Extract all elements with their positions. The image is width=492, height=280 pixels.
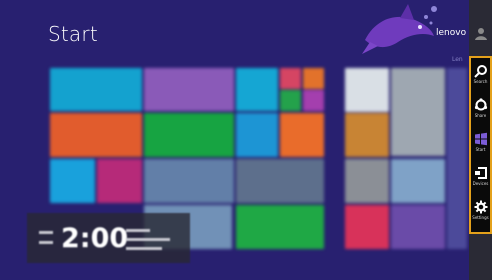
charm-label-start: Start — [475, 147, 486, 152]
tile-partial[interactable] — [447, 68, 467, 249]
tile-small-red[interactable] — [280, 68, 301, 89]
devices-icon — [474, 167, 487, 179]
tile-pink[interactable] — [345, 205, 389, 249]
tile-xbox[interactable] — [236, 205, 324, 249]
tile-photos[interactable] — [236, 159, 324, 203]
tile-store[interactable] — [144, 113, 234, 157]
search-icon — [473, 65, 487, 78]
gear-icon — [474, 200, 487, 214]
tile-calendar[interactable] — [50, 113, 142, 157]
windows-logo-icon — [474, 132, 487, 146]
tile-video[interactable] — [97, 159, 142, 203]
tile-desktop[interactable] — [144, 159, 234, 203]
tile-travel[interactable] — [391, 159, 445, 203]
charm-bar: Search Share Start Devices Settings — [469, 56, 492, 234]
user-avatar-icon[interactable] — [474, 26, 488, 40]
tile-small-purple[interactable] — [303, 90, 324, 111]
charm-label-devices: Devices — [472, 181, 489, 186]
charm-label-share: Share — [474, 113, 487, 118]
charm-bar-top — [469, 0, 492, 56]
tile-messaging[interactable] — [236, 68, 278, 111]
tile-weather[interactable] — [50, 159, 95, 203]
clock-time: 2:00 — [61, 223, 129, 254]
charm-search[interactable]: Search — [471, 60, 490, 94]
tile-food-news[interactable] — [345, 68, 389, 112]
clock-overlay: 2:00 — [27, 213, 190, 263]
tile-purple-wide[interactable] — [391, 205, 445, 249]
charm-label-search: Search — [473, 79, 488, 84]
tile-small-orange[interactable] — [303, 68, 324, 89]
tile-internet-explorer[interactable] — [236, 113, 278, 157]
charm-devices[interactable]: Devices — [471, 162, 490, 196]
share-icon — [474, 98, 487, 111]
charm-label-settings: Settings — [472, 215, 489, 220]
start-screen: Start lenovo Len 2:00 Search Share Start… — [0, 0, 492, 280]
charm-bar-bottom — [469, 234, 492, 280]
charm-share[interactable]: Share — [471, 94, 490, 128]
tile-food-secondary[interactable] — [345, 159, 389, 203]
tile-food-photo[interactable] — [345, 113, 389, 157]
charm-settings[interactable]: Settings — [471, 196, 490, 230]
tile-mail[interactable] — [50, 68, 142, 111]
tile-people[interactable] — [144, 68, 234, 111]
tile-photo-large[interactable] — [391, 68, 445, 156]
tile-small-green[interactable] — [280, 90, 301, 111]
tile-skydrive[interactable] — [280, 113, 324, 157]
charm-start[interactable]: Start — [471, 128, 490, 162]
